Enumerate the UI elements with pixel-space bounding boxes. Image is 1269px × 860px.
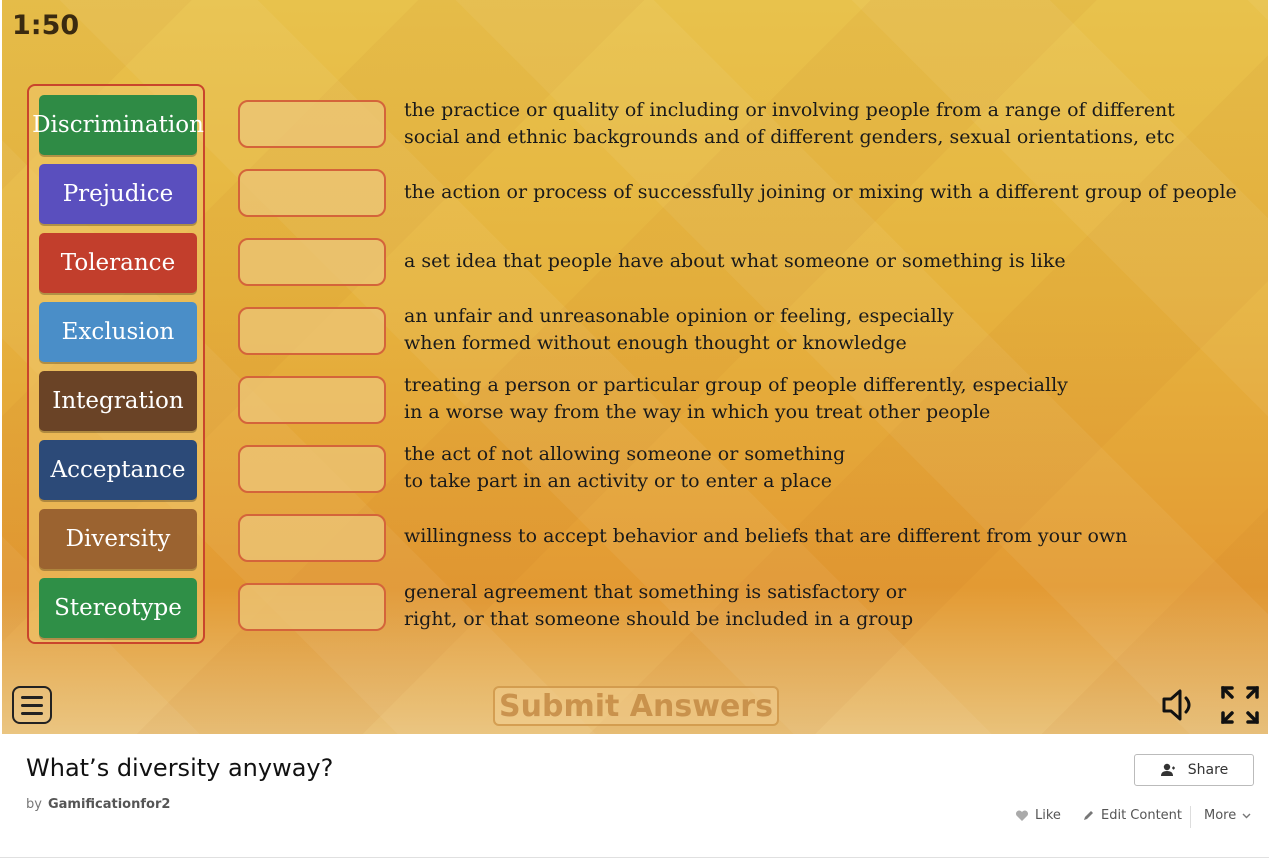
edit-content-button[interactable]: Edit Content — [1082, 808, 1182, 823]
definition-5: treating a person or particular group of… — [404, 372, 1244, 426]
definition-line: general agreement that something is sati… — [404, 581, 907, 603]
definition-line: right, or that someone should be include… — [404, 608, 914, 630]
timer: 1:50 — [12, 10, 80, 41]
menu-button[interactable] — [12, 686, 52, 724]
definition-line: the act of not allowing someone or somet… — [404, 443, 846, 465]
definition-line: in a worse way from the way in which you… — [404, 401, 991, 423]
game-area: 1:50 Discrimination Prejudice Tolerance … — [2, 0, 1268, 734]
like-label: Like — [1035, 808, 1061, 823]
definition-line: a set idea that people have about what s… — [404, 250, 1066, 272]
terms-tray: Discrimination Prejudice Tolerance Exclu… — [27, 84, 205, 644]
drop-slot-7[interactable] — [238, 514, 386, 562]
term-card-integration[interactable]: Integration — [39, 371, 197, 431]
drop-slot-1[interactable] — [238, 100, 386, 148]
heart-icon — [1015, 809, 1029, 821]
more-label: More — [1204, 808, 1237, 823]
definition-line: an unfair and unreasonable opinion or fe… — [404, 305, 954, 327]
speaker-icon[interactable] — [1160, 685, 1200, 725]
definition-line: to take part in an activity or to enter … — [404, 470, 832, 492]
term-card-diversity[interactable]: Diversity — [39, 509, 197, 569]
menu-icon-bar — [21, 711, 43, 715]
definition-line: willingness to accept behavior and belie… — [404, 525, 1128, 547]
term-card-exclusion[interactable]: Exclusion — [39, 302, 197, 362]
definition-line: the practice or quality of including or … — [404, 99, 1175, 121]
drop-slot-3[interactable] — [238, 238, 386, 286]
menu-icon — [21, 695, 43, 699]
definition-4: an unfair and unreasonable opinion or fe… — [404, 303, 1244, 357]
user-icon — [1160, 763, 1175, 776]
like-button[interactable]: Like — [1015, 808, 1061, 823]
term-card-prejudice[interactable]: Prejudice — [39, 164, 197, 224]
author-link[interactable]: Gamificationfor2 — [48, 797, 170, 812]
drop-slot-4[interactable] — [238, 307, 386, 355]
share-label: Share — [1187, 762, 1229, 778]
definition-3: a set idea that people have about what s… — [404, 248, 1244, 275]
drop-slot-8[interactable] — [238, 583, 386, 631]
submit-answers-button[interactable]: Submit Answers — [493, 686, 779, 726]
definition-2: the action or process of successfully jo… — [404, 179, 1244, 206]
share-button[interactable]: Share — [1134, 754, 1254, 786]
definition-line: social and ethnic backgrounds and of dif… — [404, 126, 1175, 148]
drop-slot-5[interactable] — [238, 376, 386, 424]
chevron-down-icon — [1242, 813, 1251, 818]
drop-slot-2[interactable] — [238, 169, 386, 217]
drop-slot-6[interactable] — [238, 445, 386, 493]
definition-1: the practice or quality of including or … — [404, 97, 1244, 151]
fullscreen-icon[interactable] — [1220, 685, 1260, 725]
pencil-icon — [1084, 811, 1093, 820]
divider — [0, 857, 1269, 858]
definition-8: general agreement that something is sati… — [404, 579, 1244, 633]
page-title: What’s diversity anyway? — [26, 754, 334, 782]
definition-line: the action or process of successfully jo… — [404, 181, 1237, 203]
definition-7: willingness to accept behavior and belie… — [404, 523, 1244, 550]
edit-content-label: Edit Content — [1101, 808, 1183, 823]
by-label: by — [26, 797, 42, 812]
definition-line: when formed without enough thought or kn… — [404, 332, 907, 354]
term-card-tolerance[interactable]: Tolerance — [39, 233, 197, 293]
menu-icon-bar — [21, 703, 43, 707]
term-card-discrimination[interactable]: Discrimination — [32, 95, 204, 155]
byline: by Gamificationfor2 — [26, 797, 170, 812]
more-dropdown[interactable]: More — [1204, 808, 1251, 823]
term-card-acceptance[interactable]: Acceptance — [39, 440, 197, 500]
divider — [1190, 806, 1191, 828]
term-card-stereotype[interactable]: Stereotype — [39, 578, 197, 638]
definition-6: the act of not allowing someone or somet… — [404, 441, 1244, 495]
definition-line: treating a person or particular group of… — [404, 374, 1068, 396]
